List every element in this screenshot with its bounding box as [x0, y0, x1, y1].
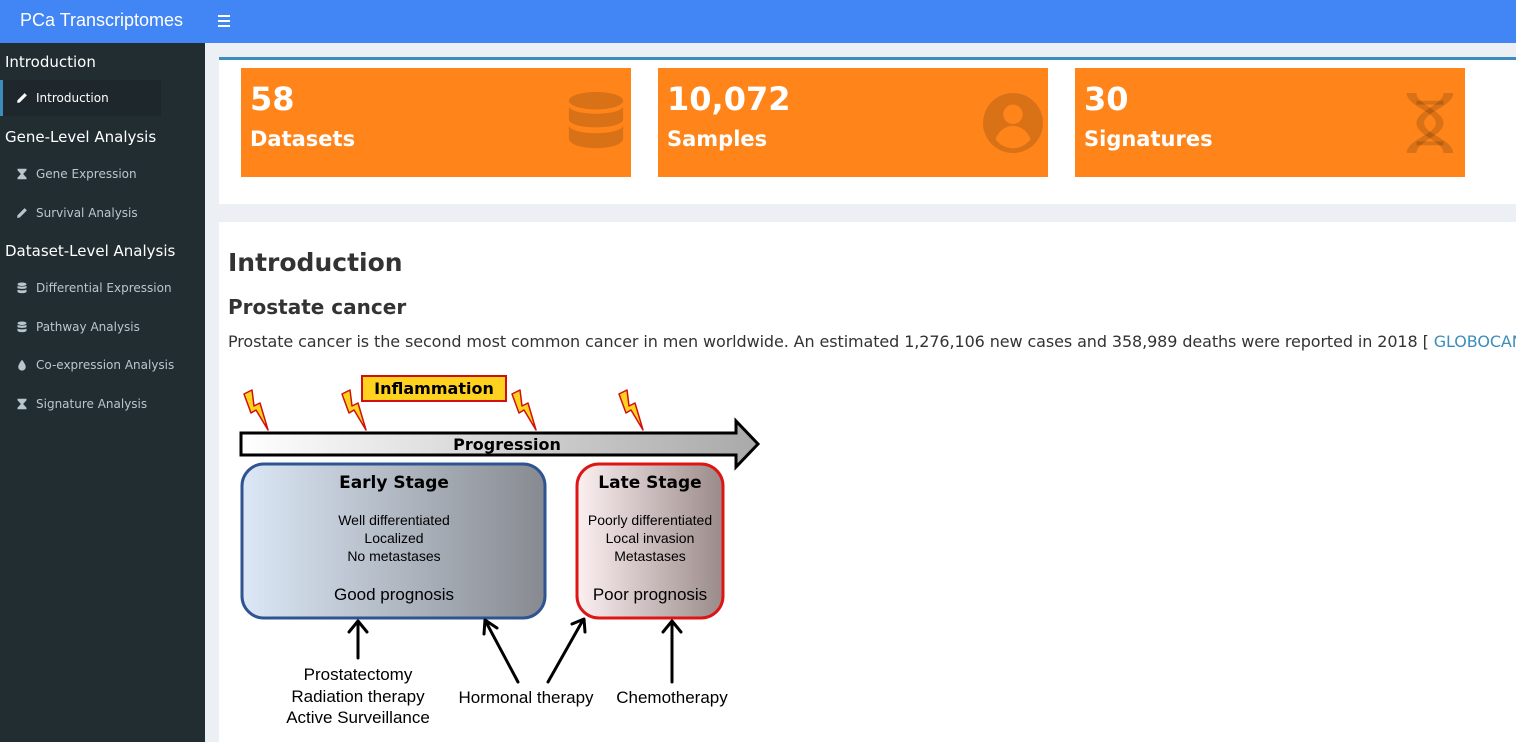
stat-value: 30 [1084, 80, 1129, 118]
sidebar-item-survival-analysis[interactable]: Survival Analysis [0, 195, 205, 231]
early-stage-title: Early Stage [339, 473, 449, 493]
arrow-to-early [347, 619, 369, 660]
sidebar-item-label: Co-expression Analysis [36, 358, 175, 372]
stat-label: Samples [667, 127, 768, 151]
lightning-icon [243, 389, 269, 431]
stat-value: 10,072 [667, 80, 791, 118]
dna-icon [1399, 90, 1461, 156]
database-icon [14, 282, 30, 294]
late-stage-line: Local invasion [606, 530, 695, 546]
sidebar-section-introduction: Introduction [5, 53, 96, 71]
lightning-icon [618, 389, 644, 431]
sidebar-item-label: Survival Analysis [36, 206, 138, 220]
chemotherapy-label: Chemotherapy [616, 688, 728, 707]
late-stage-line: Metastases [614, 548, 686, 564]
sidebar-item-label: Differential Expression [36, 281, 172, 295]
sidebar-item-differential-expression[interactable]: Differential Expression [0, 270, 205, 306]
sidebar-item-label: Pathway Analysis [36, 320, 140, 334]
late-stage-prognosis: Poor prognosis [593, 585, 707, 604]
lightning-icon [511, 389, 537, 431]
early-stage-line: No metastases [347, 548, 440, 564]
early-stage-line: Localized [364, 530, 423, 546]
sidebar-section-dataset-level: Dataset-Level Analysis [5, 242, 176, 260]
pencil-icon [14, 92, 30, 104]
paragraph-text: Prostate cancer is the second most commo… [228, 332, 1434, 351]
sidebar-section-gene-level: Gene-Level Analysis [5, 128, 157, 146]
pencil-icon [14, 207, 30, 219]
sidebar-item-label: Introduction [36, 91, 109, 105]
globocan-link[interactable]: GLOBOCAN [1434, 332, 1516, 351]
stat-box-signatures: 30 Signatures [1075, 68, 1465, 177]
sidebar-item-pathway-analysis[interactable]: Pathway Analysis [0, 309, 205, 345]
late-stage-title: Late Stage [598, 473, 701, 493]
sidebar-item-gene-expression[interactable]: Gene Expression [0, 156, 205, 192]
intro-paragraph: Prostate cancer is the second most commo… [228, 332, 1516, 351]
database-icon [565, 90, 627, 156]
section-subtitle: Prostate cancer [228, 295, 407, 319]
sidebar-item-coexpression-analysis[interactable]: Co-expression Analysis [0, 347, 205, 383]
arrow-hormonal-late [546, 617, 587, 684]
prostate-cancer-progression-figure: Inflammation Progression Early Stage Wel… [239, 375, 761, 727]
sidebar-item-label: Signature Analysis [36, 397, 148, 411]
database-icon [14, 321, 30, 333]
progression-label: Progression [453, 435, 561, 454]
inflammation-label: Inflammation [374, 379, 494, 398]
top-header: PCa Transcriptomes [0, 0, 1516, 43]
user-icon [982, 90, 1044, 156]
page-title: Introduction [228, 248, 403, 277]
sidebar-item-introduction[interactable]: Introduction [0, 80, 161, 116]
stat-label: Signatures [1084, 127, 1213, 151]
early-stage-line: Well differentiated [338, 512, 450, 528]
hormonal-therapy-label: Hormonal therapy [458, 688, 594, 707]
arrow-hormonal-early [482, 618, 520, 684]
hourglass-icon [14, 168, 30, 180]
hourglass-icon [14, 398, 30, 410]
treatment-label: Radiation therapy [291, 687, 425, 706]
arrow-to-late [661, 619, 683, 684]
drop-icon [14, 359, 30, 371]
app-title[interactable]: PCa Transcriptomes [0, 0, 205, 43]
stat-box-datasets: 58 Datasets [241, 68, 631, 177]
treatment-label: Active Surveillance [286, 708, 430, 727]
sidebar-item-label: Gene Expression [36, 167, 137, 181]
stat-box-samples: 10,072 Samples [658, 68, 1048, 177]
treatment-label: Prostatectomy [304, 665, 413, 684]
early-stage-prognosis: Good prognosis [334, 585, 454, 604]
sidebar: Introduction Introduction Gene-Level Ana… [0, 43, 205, 742]
stat-label: Datasets [250, 127, 356, 151]
late-stage-line: Poorly differentiated [588, 512, 712, 528]
stat-value: 58 [250, 80, 295, 118]
hamburger-menu-icon[interactable] [218, 12, 232, 28]
sidebar-item-signature-analysis[interactable]: Signature Analysis [0, 386, 205, 422]
